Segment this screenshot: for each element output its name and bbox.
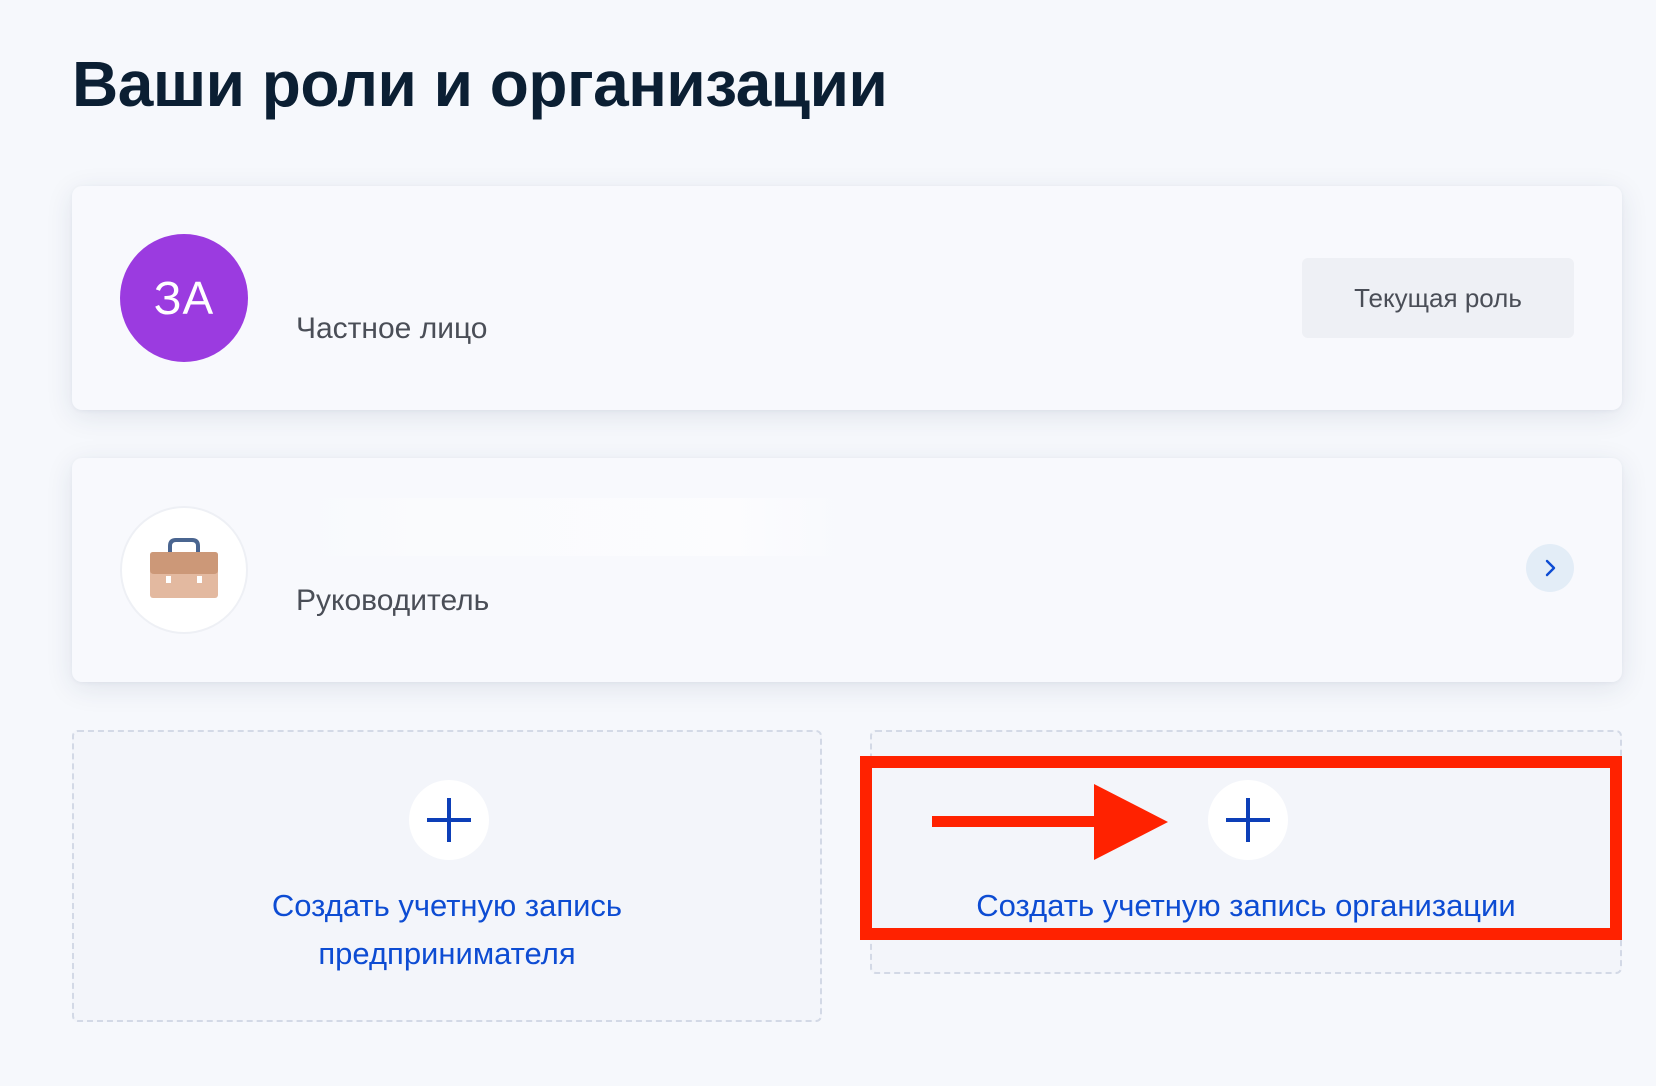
organization-avatar [120, 506, 248, 634]
avatar: ЗА [120, 234, 248, 362]
chevron-right-icon [1545, 559, 1556, 577]
create-organization-account-button[interactable]: Создать учетную запись организации [870, 730, 1622, 974]
plus-icon [1226, 798, 1270, 842]
create-entrepreneur-account-button[interactable]: Создать учетную запись предпринимателя [72, 730, 822, 1022]
role-card-organization[interactable]: Руководитель [72, 458, 1622, 682]
plus-circle [1208, 780, 1288, 860]
create-entrepreneur-label[interactable]: Создать учетную запись предпринимателя [74, 882, 820, 978]
page-title: Ваши роли и организации [72, 48, 888, 120]
current-role-badge: Текущая роль [1302, 258, 1574, 338]
create-entrepreneur-label-line1: Создать учетную запись [271, 888, 623, 923]
blurred-organization-name [304, 498, 844, 556]
role-label: Руководитель [296, 584, 490, 617]
plus-icon [427, 798, 471, 842]
plus-circle [409, 780, 489, 860]
role-label: Частное лицо [296, 312, 488, 345]
create-entrepreneur-label-line2: предпринимателя [318, 936, 576, 971]
briefcase-icon [150, 538, 218, 598]
open-organization-button[interactable] [1526, 544, 1574, 592]
create-organization-label[interactable]: Создать учетную запись организации [872, 882, 1620, 930]
role-card-private-person[interactable]: ЗА Частное лицо Текущая роль [72, 186, 1622, 410]
